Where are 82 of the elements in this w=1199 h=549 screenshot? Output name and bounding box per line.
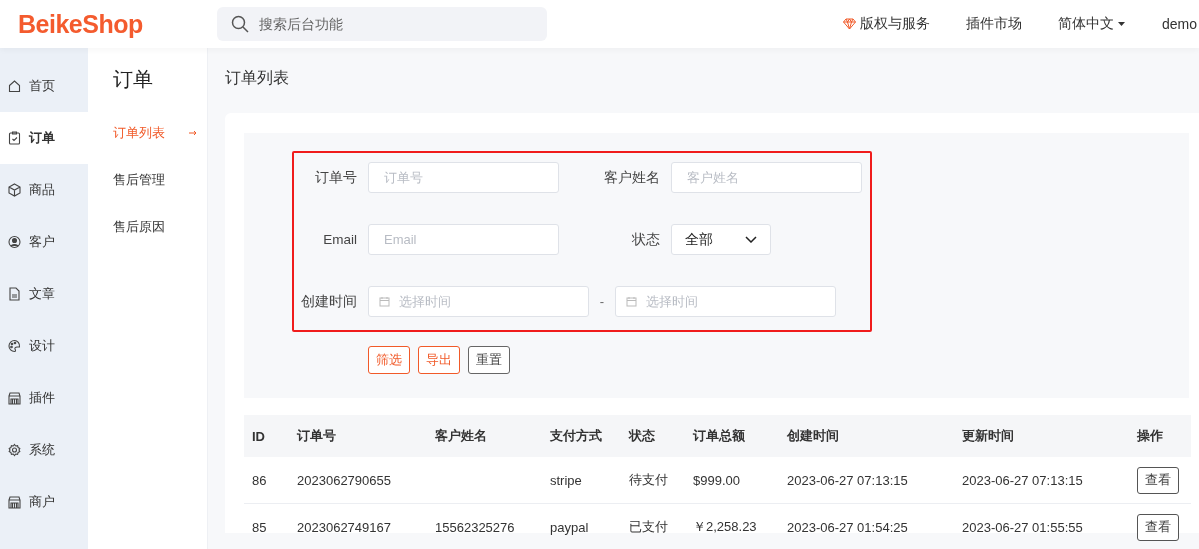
field-label: 订单号 [314,168,357,187]
nav-item[interactable]: 客户 [0,216,88,268]
nav-icon [8,131,21,145]
field-label: 客户姓名 [603,168,660,187]
column-header: 更新时间 [961,427,1015,445]
filter-button[interactable]: 筛选 [368,346,410,374]
nav-label: 文章 [29,285,55,303]
nav-icon [8,339,21,353]
date-field[interactable]: 选择时间 [615,286,836,317]
nav-icon [8,79,21,93]
user-menu[interactable]: demo [1161,16,1197,32]
nav-icon [8,235,21,249]
page-title: 订单列表 [225,68,290,88]
table-cell-text: 86 [251,472,268,488]
input-field[interactable]: 订单号 [368,162,559,193]
input-field[interactable]: 客户姓名 [671,162,862,193]
table-cell-text: 2023062790655 [296,472,392,488]
nav-item[interactable]: 商品 [0,164,88,216]
nav-item[interactable]: 设计 [0,320,88,372]
filter-button[interactable]: 导出 [418,346,460,374]
table-cell-text: 已支付 [628,518,669,536]
column-header: ID [251,428,266,444]
nav-label: 订单 [29,129,55,147]
column-header: 订单总额 [692,427,746,445]
column-header: 操作 [1136,427,1164,445]
submenu-item[interactable]: 订单列表 [113,109,207,156]
view-button[interactable]: 查看 [1137,466,1179,494]
nav-icon [8,183,21,197]
date-field[interactable]: 选择时间 [368,286,589,317]
table-cell-text: 85 [251,519,268,535]
range-separator: - [598,294,606,309]
submenu-title: 订单 [113,67,154,92]
nav-item[interactable]: 系统 [0,424,88,476]
table-cell-text: 2023-06-27 01:54:25 [786,519,909,535]
nav-item[interactable]: 文章 [0,268,88,320]
nav-label: 商品 [29,181,55,199]
nav-label: 首页 [29,77,55,95]
table-cell-text: paypal [549,519,590,535]
nav-icon [8,443,21,457]
nav-label: 客户 [29,233,55,251]
filter-button[interactable]: 重置 [468,346,510,374]
field-label: 创建时间 [300,292,357,311]
table-cell-text: $999.00 [692,472,741,488]
table-cell-text: stripe [549,472,583,488]
column-header: 状态 [627,427,656,445]
nav-item[interactable]: 插件 [0,372,88,424]
table-cell-text: 待支付 [628,471,669,489]
table-cell-text: 2023-06-27 07:13:15 [961,472,1084,488]
nav-label: 插件 [29,389,55,407]
table-cell-text: 2023062749167 [296,519,392,535]
table-cell-text: 2023-06-27 07:13:15 [786,472,909,488]
arrow-icon [189,129,197,136]
header-link[interactable]: 版权与服务 [842,15,930,33]
nav-icon [8,287,21,301]
header-link[interactable]: 插件市场 [965,15,1022,33]
submenu-item[interactable]: 售后原因 [113,203,207,250]
field-label: 状态 [631,230,660,249]
column-header: 客户姓名 [434,427,488,445]
nav-label: 设计 [29,337,55,355]
nav-item[interactable]: 商户 [0,476,88,528]
diamond-icon [842,18,856,30]
column-header: 创建时间 [786,427,840,445]
input-field[interactable]: Email [368,224,559,255]
language-dropdown[interactable]: 简体中文 [1057,15,1126,33]
submenu-item[interactable]: 售后管理 [113,156,207,203]
column-header: 订单号 [296,427,337,445]
table-cell-text: 2023-06-27 01:55:55 [961,519,1084,535]
nav-icon [8,495,21,509]
field-label: Email [322,232,357,247]
column-header: 支付方式 [549,427,603,445]
nav-item[interactable]: 订单 [0,112,88,164]
nav-label: 系统 [29,441,55,459]
chevron-icon [745,236,757,243]
caret-icon [1117,21,1126,27]
nav-icon [8,391,21,405]
nav-item[interactable]: 首页 [0,60,88,112]
nav-label: 商户 [29,493,55,511]
view-button[interactable]: 查看 [1137,513,1179,541]
table-cell-text: 15562325276 [434,519,516,535]
search-field[interactable]: 搜索后台功能 [217,7,547,41]
status-dropdown[interactable]: 全部 [671,224,771,255]
table-cell-text: ￥2,258.23 [692,518,758,536]
